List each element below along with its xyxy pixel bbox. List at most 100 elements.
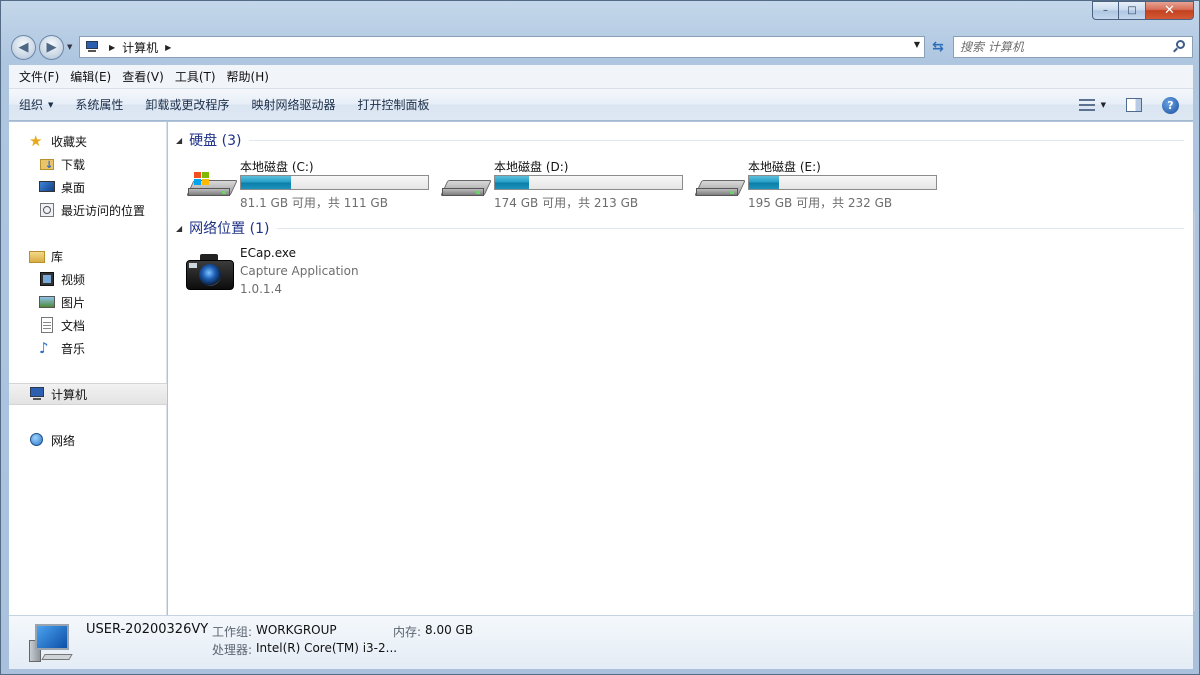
content-pane: ◢ 硬盘 (3) 本地磁盘 (C:) 81.1 GB 可用，共 111 GB 本… <box>168 122 1193 615</box>
minimize-button[interactable]: – <box>1092 1 1119 20</box>
downloads-folder-icon: ↓ <box>39 156 55 172</box>
network-globe-icon <box>29 432 45 448</box>
refresh-icon: ⇆ <box>932 39 944 55</box>
recent-pages-dropdown[interactable]: ▼ <box>67 43 72 51</box>
collapse-triangle-icon[interactable]: ◢ <box>176 224 182 233</box>
drive-free-space: 195 GB 可用，共 232 GB <box>748 196 893 210</box>
system-properties-button[interactable]: 系统属性 <box>64 93 134 117</box>
sidebar-item-recent-places[interactable]: 最近访问的位置 <box>9 199 167 221</box>
map-network-drive-button[interactable]: 映射网络驱动器 <box>240 93 346 117</box>
arrow-left-icon: ◀ <box>18 40 29 55</box>
drive-free-space: 81.1 GB 可用，共 111 GB <box>240 196 388 210</box>
computer-icon <box>84 40 102 54</box>
sidebar-item-favorites[interactable]: ★ 收藏夹 <box>9 130 167 152</box>
sidebar-item-music[interactable]: ♪ 音乐 <box>9 337 167 359</box>
menu-tools[interactable]: 工具(T) <box>170 67 221 87</box>
organize-label: 组织 <box>19 97 44 112</box>
window-right-edge <box>1194 211 1199 611</box>
sidebar-item-videos[interactable]: 视频 <box>9 268 167 290</box>
network-item-ecap[interactable]: ECap.exe Capture Application 1.0.1.4 <box>186 246 486 296</box>
sidebar-item-label: 收藏夹 <box>51 134 88 149</box>
sidebar-item-documents[interactable]: 文档 <box>9 314 167 336</box>
drive-tile-d[interactable]: 本地磁盘 (D:) 174 GB 可用，共 213 GB <box>440 158 690 210</box>
refresh-button[interactable]: ⇆ <box>927 36 949 58</box>
drive-usage-bar <box>748 175 937 190</box>
organize-button[interactable]: 组织 ▼ <box>9 93 64 117</box>
drive-tile-c[interactable]: 本地磁盘 (C:) 81.1 GB 可用，共 111 GB <box>186 158 436 210</box>
menu-help[interactable]: 帮助(H) <box>222 67 274 87</box>
sidebar-item-pictures[interactable]: 图片 <box>9 291 167 313</box>
drive-free-space: 174 GB 可用，共 213 GB <box>494 196 639 210</box>
address-bar[interactable]: ▶ 计算机 ▶ ▼ <box>79 36 925 58</box>
desktop-icon <box>39 179 55 195</box>
group-title: 硬盘 (3) <box>189 133 242 149</box>
forward-button[interactable]: ▶ <box>39 35 64 60</box>
sidebar-item-label: 视频 <box>61 272 86 287</box>
hard-drive-icon <box>186 172 238 202</box>
sidebar-item-label: 桌面 <box>61 180 86 195</box>
drive-usage-bar <box>240 175 429 190</box>
breadcrumb-computer[interactable]: 计算机 <box>122 39 158 56</box>
libraries-folder-icon <box>29 248 45 264</box>
hard-drive-icon <box>694 172 746 202</box>
window-controls: – □ ✕ <box>1092 1 1194 20</box>
star-icon: ★ <box>29 132 43 150</box>
address-dropdown-icon[interactable]: ▼ <box>914 40 920 49</box>
navigation-bar: ◀ ▶ ▼ ▶ 计算机 ▶ ▼ ⇆ <box>9 33 1193 61</box>
sidebar-item-label: 图片 <box>61 295 86 310</box>
preview-pane-icon[interactable] <box>1126 98 1142 112</box>
toolbar-right: ▼ ? <box>1078 89 1193 121</box>
collapse-triangle-icon[interactable]: ◢ <box>176 136 182 145</box>
drive-tile-e[interactable]: 本地磁盘 (E:) 195 GB 可用，共 232 GB <box>694 158 944 210</box>
computer-name: USER-20200326VY <box>86 622 209 637</box>
maximize-button[interactable]: □ <box>1119 1 1146 20</box>
menu-edit[interactable]: 编辑(E) <box>65 67 116 87</box>
cpu-value: Intel(R) Core(TM) i3-2... <box>256 641 398 655</box>
uninstall-program-button[interactable]: 卸载或更改程序 <box>134 93 240 117</box>
recent-places-icon <box>39 202 55 218</box>
menu-view[interactable]: 查看(V) <box>117 67 169 87</box>
picture-icon <box>39 294 55 310</box>
navigation-pane: ★ 收藏夹 ↓ 下载 桌面 最近访问的位置 库 视频 图片 文档 ♪ 音乐 计算… <box>9 122 167 615</box>
breadcrumb-arrow-icon[interactable]: ▶ <box>165 43 171 52</box>
change-view-icon[interactable] <box>1078 98 1095 112</box>
film-strip-icon <box>39 271 55 287</box>
help-icon[interactable]: ? <box>1162 96 1179 114</box>
sidebar-item-label: 计算机 <box>51 387 88 402</box>
open-control-panel-button[interactable]: 打开控制面板 <box>346 93 440 117</box>
explorer-window: – □ ✕ ◀ ▶ ▼ ▶ 计算机 ▶ ▼ ⇆ 文件(F) 编辑(E) 查看(V… <box>0 0 1200 675</box>
drive-usage-fill <box>495 176 529 189</box>
item-version: 1.0.1.4 <box>240 282 282 296</box>
view-options-dropdown-icon[interactable]: ▼ <box>1101 101 1106 109</box>
workgroup-value: WORKGROUP <box>256 623 337 637</box>
memory-label: 内存: <box>393 625 422 639</box>
group-title: 网络位置 (1) <box>189 221 270 237</box>
drive-name: 本地磁盘 (E:) <box>748 160 821 174</box>
computer-icon <box>29 386 45 402</box>
sidebar-item-label: 最近访问的位置 <box>61 203 146 218</box>
search-box[interactable] <box>953 36 1193 58</box>
sidebar-item-label: 文档 <box>61 318 86 333</box>
computer-icon <box>29 622 73 662</box>
camera-icon <box>186 252 234 290</box>
drive-usage-fill <box>749 176 779 189</box>
back-button[interactable]: ◀ <box>11 35 36 60</box>
title-bar[interactable]: – □ ✕ <box>1 1 1199 31</box>
item-description: Capture Application <box>240 264 359 278</box>
menu-file[interactable]: 文件(F) <box>14 67 64 87</box>
sidebar-item-computer[interactable]: 计算机 <box>9 383 167 405</box>
drive-name: 本地磁盘 (D:) <box>494 160 569 174</box>
search-icon[interactable] <box>1173 40 1186 53</box>
document-icon <box>39 317 55 333</box>
sidebar-item-network[interactable]: 网络 <box>9 429 167 451</box>
breadcrumb-arrow-icon[interactable]: ▶ <box>109 43 115 52</box>
group-header-network-locations[interactable]: ◢ 网络位置 (1) <box>176 218 1184 238</box>
arrow-right-icon: ▶ <box>46 40 57 55</box>
sidebar-item-downloads[interactable]: ↓ 下载 <box>9 153 167 175</box>
close-button[interactable]: ✕ <box>1146 1 1194 20</box>
search-input[interactable] <box>960 37 1165 57</box>
sidebar-item-desktop[interactable]: 桌面 <box>9 176 167 198</box>
group-header-hard-disks[interactable]: ◢ 硬盘 (3) <box>176 130 1184 150</box>
menu-bar: 文件(F) 编辑(E) 查看(V) 工具(T) 帮助(H) <box>9 65 1193 89</box>
sidebar-item-libraries[interactable]: 库 <box>9 245 167 267</box>
